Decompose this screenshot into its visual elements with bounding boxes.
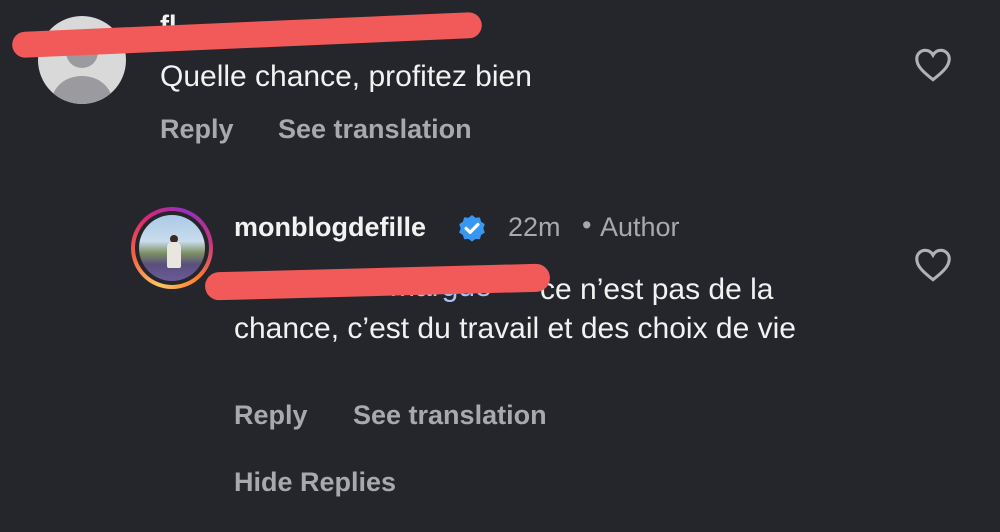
see-translation-button[interactable]: See translation: [278, 114, 472, 145]
avatar-body-shape: [52, 76, 112, 104]
reply-username[interactable]: monblogdefille: [234, 212, 426, 243]
reply-timestamp: 22m: [508, 212, 561, 242]
comment-thread: fl 26m Quelle chance, profitez bien Repl…: [0, 0, 1000, 532]
reply-text-rest: chance, c’est du travail et des choix de…: [234, 312, 796, 345]
meta-separator: •: [582, 210, 592, 240]
comment-text: Quelle chance, profitez bien: [160, 60, 532, 93]
reply-button[interactable]: Reply: [160, 114, 234, 145]
verified-badge-icon: [459, 215, 485, 242]
avatar-photo: [139, 215, 205, 281]
hide-replies-button[interactable]: Hide Replies: [234, 467, 396, 498]
author-avatar[interactable]: [131, 207, 213, 289]
photo-person-body: [167, 242, 181, 268]
heart-outline-icon[interactable]: [914, 48, 952, 82]
author-label: Author: [600, 212, 680, 242]
heart-outline-icon[interactable]: [914, 248, 952, 282]
reply-button[interactable]: Reply: [234, 400, 308, 431]
see-translation-button[interactable]: See translation: [353, 400, 547, 431]
